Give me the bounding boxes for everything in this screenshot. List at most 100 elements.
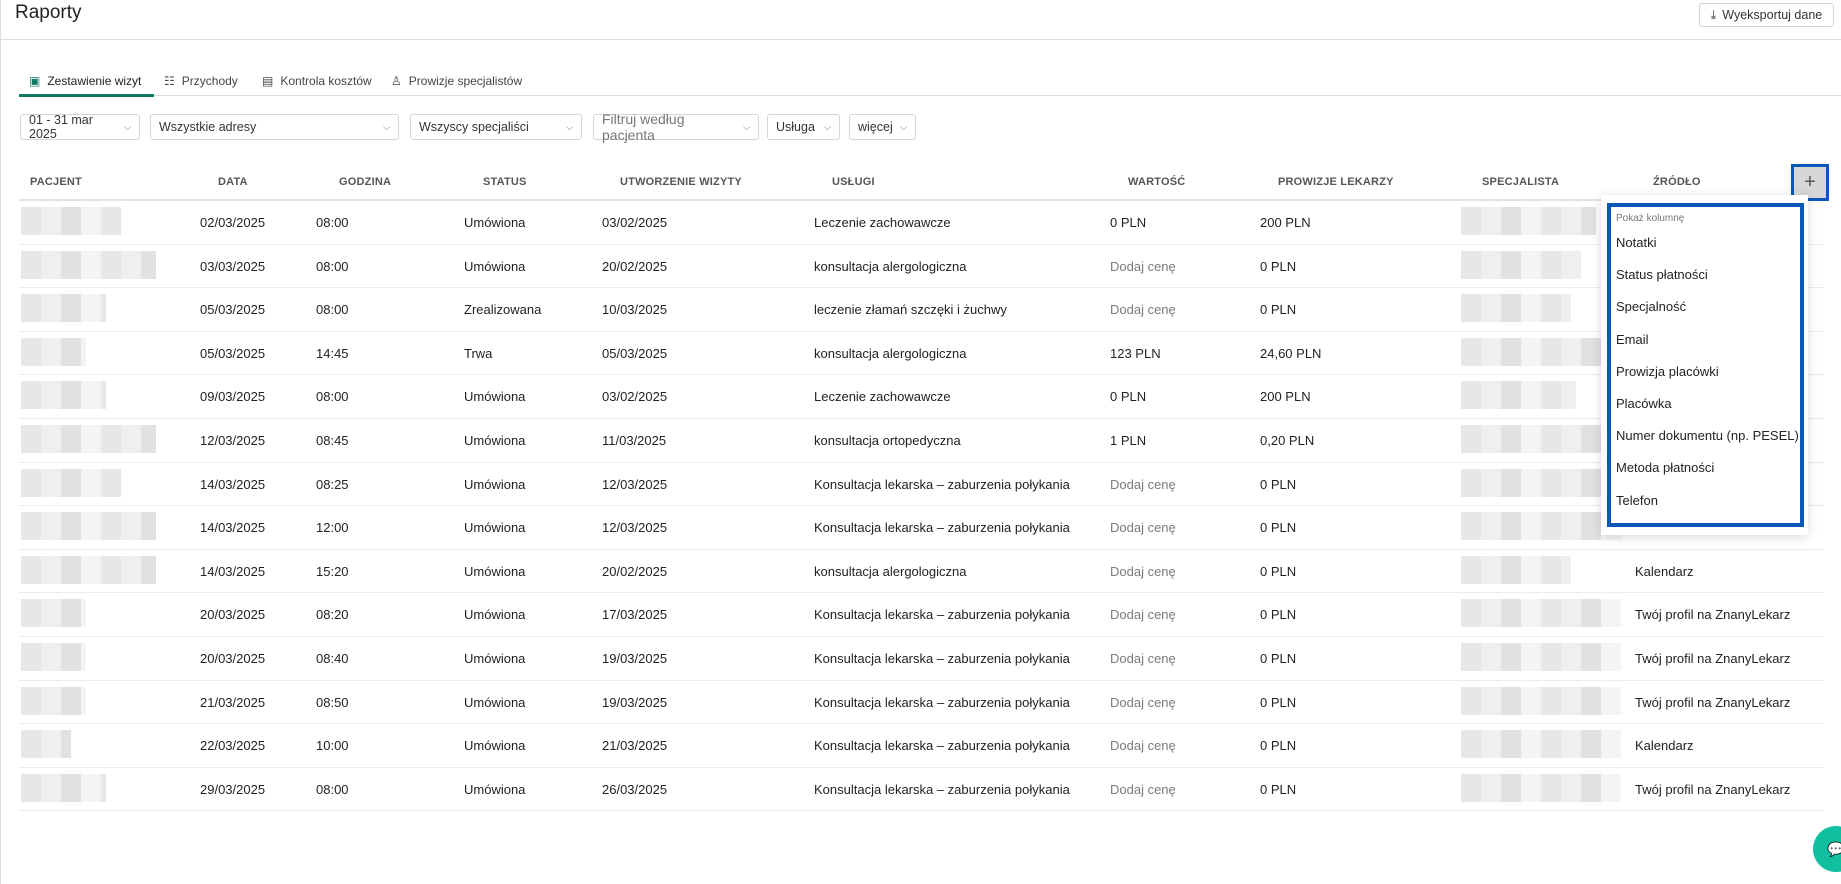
cell-service: Konsultacja lekarska – zaburzenia połyka… [814, 781, 1070, 797]
patient-name-redacted[interactable] [21, 512, 156, 541]
specialist-name-redacted [1461, 207, 1596, 235]
patient-filter[interactable]: Filtruj według pacjenta ⌵ [593, 111, 759, 143]
specialist-name-redacted [1461, 337, 1621, 366]
table-row[interactable]: 22/03/2025 10:00 Umówiona 21/03/2025 Konsult… [19, 724, 1824, 768]
cell-value: 123 PLN [1110, 345, 1161, 361]
date-range-filter[interactable]: 01 - 31 mar 2025 ⌵ [20, 113, 140, 141]
more-filters[interactable]: więcej ⌵ [849, 114, 916, 140]
cell-value[interactable]: Dodaj cenę [1110, 302, 1176, 317]
cell-source: Twój profil na ZnanyLekarz [1635, 607, 1791, 623]
col-header-uslugi[interactable]: USŁUGI [832, 176, 875, 188]
col-header-wartosc[interactable]: WARTOŚĆ [1128, 176, 1185, 188]
table-row[interactable]: 05/03/2025 08:00 Zrealizowana 10/03/2025 lec… [19, 288, 1824, 332]
col-header-zrodlo[interactable]: ŹRÓDŁO [1653, 176, 1701, 188]
cell-status: Umówiona [464, 694, 526, 710]
column-option[interactable]: Status płatności [1616, 267, 1708, 282]
service-filter[interactable]: Usługa ⌵ [767, 114, 840, 140]
specialist-name-redacted [1461, 555, 1571, 584]
column-option[interactable]: Email [1616, 332, 1649, 347]
cell-commission: 0 PLN [1260, 520, 1297, 536]
cell-value[interactable]: Dodaj cenę [1110, 782, 1176, 797]
cell-service: konsultacja ortopedyczna [814, 433, 961, 448]
cell-commission: 0,20 PLN [1260, 433, 1315, 448]
table-row[interactable]: 20/03/2025 08:40 Umówiona 19/03/2025 Konsult… [19, 637, 1824, 681]
chevron-down-icon: ⌵ [743, 121, 750, 132]
tab-prowizje-specjalistow[interactable]: ♙ Prowizje specjalistów [391, 66, 522, 96]
specialist-name-redacted [1461, 425, 1611, 453]
cell-time: 08:00 [316, 389, 349, 405]
cell-source: Kalendarz [1635, 563, 1694, 579]
cell-time: 10:00 [316, 738, 349, 754]
table-row[interactable]: 14/03/2025 12:00 Umówiona 12/03/2025 Konsult… [19, 506, 1824, 550]
table-row[interactable]: 20/03/2025 08:20 Umówiona 17/03/2025 Konsult… [19, 593, 1824, 637]
table-row[interactable]: 03/03/2025 08:00 Umówiona 20/02/2025 konsult… [19, 245, 1824, 289]
cell-date: 02/03/2025 [200, 215, 266, 230]
col-header-prowizje[interactable]: PROWIZJE LEKARZY [1278, 176, 1394, 188]
tab-kontrola-kosztow[interactable]: ▤ Kontrola kosztów [262, 66, 372, 96]
patient-name-redacted[interactable] [21, 337, 86, 366]
patient-name-redacted[interactable] [21, 468, 121, 497]
patient-name-redacted[interactable] [21, 555, 156, 584]
tab-zestawienie-wizyt[interactable]: ▣ Zestawienie wizyt [29, 66, 141, 96]
col-header-utworzenie[interactable]: UTWORZENIE WIZYTY [620, 176, 742, 188]
cell-time: 08:00 [316, 258, 349, 274]
column-option[interactable]: Telefon [1616, 493, 1658, 508]
cell-status: Umówiona [464, 476, 526, 492]
patient-name-redacted[interactable] [21, 207, 121, 235]
table-row[interactable]: 29/03/2025 08:00 Umówiona 26/03/2025 Konsult… [19, 768, 1824, 812]
cell-created: 03/02/2025 [602, 389, 668, 405]
column-option[interactable]: Numer dokumentu (np. PESEL) [1616, 428, 1799, 443]
col-header-data[interactable]: DATA [218, 176, 248, 188]
col-header-specjalista[interactable]: SPECJALISTA [1482, 176, 1559, 188]
col-header-pacjent[interactable]: PACJENT [30, 176, 82, 188]
cell-created: 11/03/2025 [602, 433, 667, 448]
cell-value[interactable]: Dodaj cenę [1110, 520, 1176, 535]
patient-name-redacted[interactable] [21, 381, 106, 410]
patient-name-redacted[interactable] [21, 686, 86, 715]
cell-time: 08:25 [316, 476, 349, 492]
patient-name-redacted[interactable] [21, 643, 86, 671]
cell-value[interactable]: Dodaj cenę [1110, 607, 1176, 622]
cell-value[interactable]: Dodaj cenę [1110, 564, 1176, 579]
specialist-filter[interactable]: Wszyscy specjaliści ⌵ [410, 114, 582, 140]
cell-value[interactable]: Dodaj cenę [1110, 477, 1176, 492]
patient-name-redacted[interactable] [21, 250, 156, 279]
cell-time: 15:20 [316, 563, 349, 579]
table-row[interactable]: 14/03/2025 15:20 Umówiona 20/02/2025 konsult… [19, 550, 1824, 594]
patient-name-redacted[interactable] [21, 425, 156, 453]
table-row[interactable]: 02/03/2025 08:00 Umówiona 03/02/2025 Leczeni… [19, 201, 1824, 245]
column-option[interactable]: Metoda płatności [1616, 460, 1714, 475]
table-row[interactable]: 12/03/2025 08:45 Umówiona 11/03/2025 konsult… [19, 419, 1824, 463]
export-button[interactable]: ⤓ Wyeksportuj dane [1699, 3, 1834, 27]
col-header-godzina[interactable]: GODZINA [339, 176, 391, 188]
patient-name-redacted[interactable] [21, 599, 86, 628]
address-filter[interactable]: Wszystkie adresy ⌵ [150, 114, 399, 140]
chevron-down-icon: ⌵ [900, 121, 907, 132]
tab-przychody[interactable]: ☷ Przychody [164, 66, 238, 96]
chat-bubble-icon: 💬 [1827, 840, 1841, 857]
cell-date: 14/03/2025 [200, 476, 266, 492]
tab-label: Przychody [181, 74, 238, 88]
column-option[interactable]: Notatki [1616, 235, 1656, 250]
cell-value[interactable]: Dodaj cenę [1110, 259, 1176, 274]
column-option[interactable]: Prowizja placówki [1616, 364, 1719, 379]
table-row[interactable]: 09/03/2025 08:00 Umówiona 03/02/2025 Leczeni… [19, 375, 1824, 419]
chat-button[interactable]: 💬 [1813, 826, 1841, 872]
cell-status: Umówiona [464, 258, 526, 274]
column-option[interactable]: Placówka [1616, 396, 1672, 411]
column-option[interactable]: Specjalność [1616, 299, 1686, 314]
cell-created: 26/03/2025 [602, 781, 668, 797]
patient-name-redacted[interactable] [21, 730, 71, 759]
filter-value: 01 - 31 mar 2025 [29, 113, 93, 141]
tab-label: Kontrola kosztów [280, 74, 372, 88]
col-header-status[interactable]: STATUS [483, 176, 527, 188]
table-row[interactable]: 05/03/2025 14:45 Trwa 05/03/2025 konsultacja… [19, 332, 1824, 376]
cell-value[interactable]: Dodaj cenę [1110, 651, 1176, 666]
patient-name-redacted[interactable] [21, 294, 106, 323]
cell-value[interactable]: Dodaj cenę [1110, 695, 1176, 710]
cell-date: 12/03/2025 [200, 433, 266, 448]
cell-value[interactable]: Dodaj cenę [1110, 738, 1176, 753]
patient-name-redacted[interactable] [21, 773, 106, 802]
table-row[interactable]: 21/03/2025 08:50 Umówiona 19/03/2025 Konsult… [19, 681, 1824, 725]
table-row[interactable]: 14/03/2025 08:25 Umówiona 12/03/2025 Konsult… [19, 463, 1824, 507]
